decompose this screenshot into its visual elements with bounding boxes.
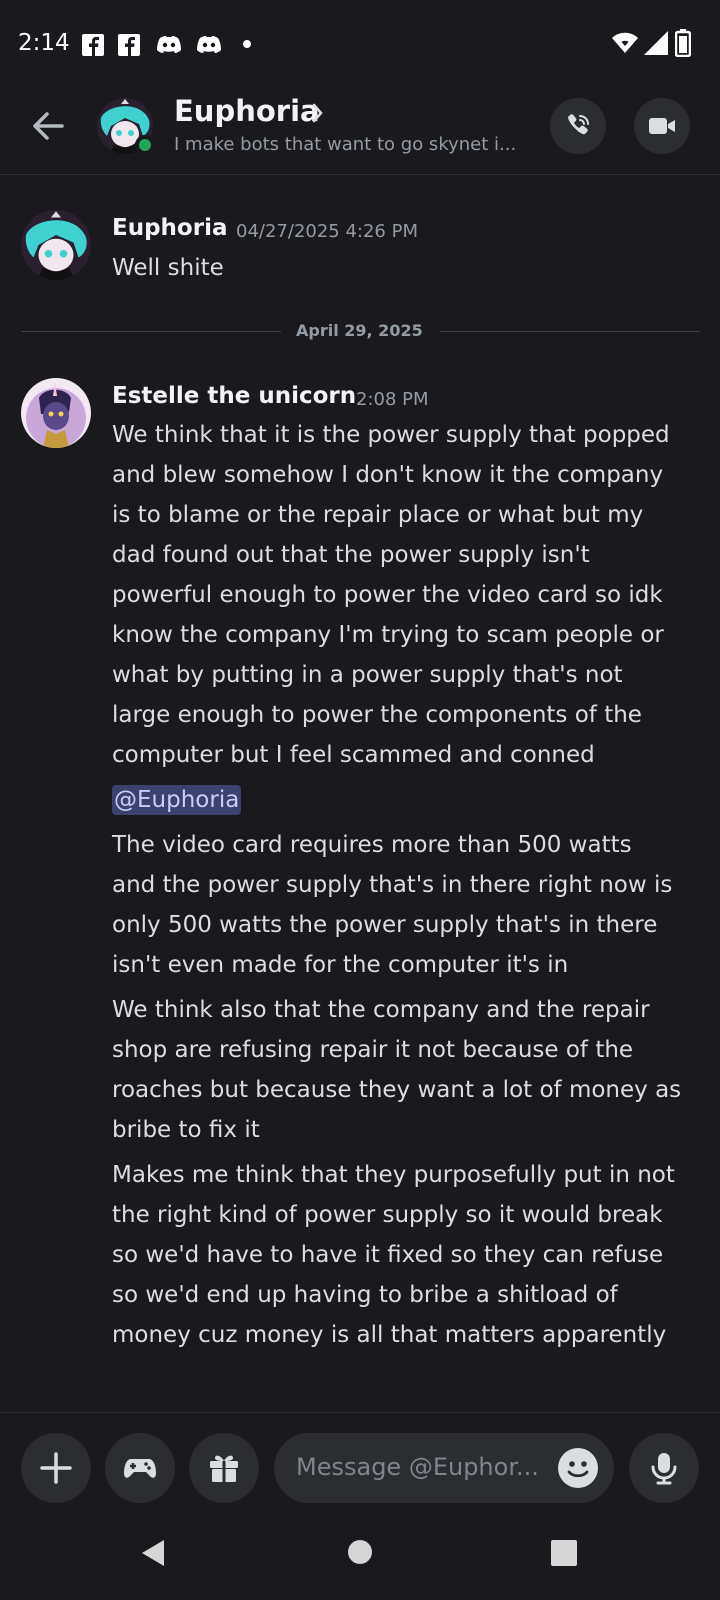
message-timestamp: 04/27/2025 4:26 PM (236, 221, 418, 242)
message-text-line: and the power supply that's in there rig… (112, 872, 673, 898)
back-arrow-icon[interactable] (28, 106, 68, 146)
message-author[interactable]: Estelle the unicorn (112, 383, 356, 409)
avatar-image (21, 210, 91, 280)
chevron-right-icon[interactable] (311, 102, 325, 124)
video-call-icon (649, 118, 675, 134)
message-text-line: dad found out that the power supply isn'… (112, 542, 590, 568)
message-input-placeholder: Message @Euphor... (296, 1453, 539, 1481)
custom-status: I make bots that want to go skynet i... (174, 134, 517, 155)
activities-button[interactable] (105, 1433, 175, 1503)
facebook-icon (82, 34, 104, 56)
plus-icon (40, 1452, 72, 1484)
mention-line: @Euphoria (112, 781, 702, 821)
message-text-line: roaches but because they want a lot of m… (112, 1077, 682, 1103)
message-text-line: so we'd have to have it fixed so they ca… (112, 1242, 664, 1268)
message-text-line: so we'd end up having to bribe a shitloa… (112, 1282, 618, 1308)
message-text-line: We think also that the company and the r… (112, 997, 650, 1023)
wifi-icon (612, 32, 638, 53)
message-text-line: large enough to power the components of … (112, 702, 642, 728)
gift-button[interactable] (189, 1433, 259, 1503)
message-author[interactable]: Euphoria (112, 215, 227, 241)
gift-icon (210, 1455, 238, 1482)
message-input[interactable]: Message @Euphor... (274, 1433, 614, 1503)
message-text-line: only 500 watts the power supply that's i… (112, 912, 658, 938)
message-text-line: the right kind of power supply so it wou… (112, 1202, 663, 1228)
recents-square-icon[interactable] (551, 1540, 577, 1566)
system-nav-bar (0, 1512, 720, 1600)
message-text-line: what by putting in a power supply that's… (112, 662, 623, 688)
emoji-face (567, 1461, 589, 1478)
notification-dot (243, 40, 251, 48)
emoji-icon[interactable] (558, 1448, 598, 1488)
date-divider: April 29, 2025 (296, 321, 423, 340)
facebook-icon (118, 34, 140, 56)
message-text-line: bribe to fix it (112, 1117, 260, 1143)
message-text: Well shite (112, 255, 224, 281)
message-text-line: We think that it is the power supply tha… (112, 422, 670, 448)
divider-line (440, 331, 700, 332)
message-text-line: and blew somehow I don't know it the com… (112, 462, 664, 488)
battery-icon (675, 29, 691, 57)
message-text-line: shop are refusing repair it not because … (112, 1037, 634, 1063)
gamepad-icon (124, 1459, 156, 1478)
signal-icon (644, 31, 668, 55)
attach-button[interactable] (21, 1433, 91, 1503)
message-text-line: computer but I feel scammed and conned (112, 742, 595, 768)
channel-name[interactable]: Euphoria (174, 94, 320, 128)
status-time: 2:14 (18, 30, 70, 56)
voice-message-button[interactable] (629, 1433, 699, 1503)
user-mention[interactable]: @Euphoria (112, 785, 242, 815)
message-text-line: money cuz money is all that matters appa… (112, 1322, 667, 1348)
discord-icon (157, 36, 181, 53)
divider-line (21, 331, 281, 332)
avatar[interactable] (21, 210, 91, 280)
message-text-line: The video card requires more than 500 wa… (112, 832, 632, 858)
message-composer: Message @Euphor... (0, 1412, 720, 1513)
message-text-line: is to blame or the repair place or what … (112, 502, 644, 528)
voice-call-button[interactable] (550, 98, 606, 154)
video-call-button[interactable] (634, 98, 690, 154)
back-triangle-icon[interactable] (140, 1538, 166, 1568)
status-bar: 2:14 (0, 0, 720, 88)
phone-call-icon (568, 114, 589, 135)
online-status-indicator (135, 135, 155, 155)
message-text-line: powerful enough to power the video card … (112, 582, 663, 608)
microphone-icon (651, 1453, 677, 1485)
avatar-image (21, 378, 91, 448)
message-text-line: know the company I'm trying to scam peop… (112, 622, 664, 648)
discord-icon (197, 36, 221, 53)
home-circle-icon[interactable] (347, 1539, 373, 1565)
message-timestamp: 2:08 PM (356, 389, 429, 410)
avatar[interactable] (21, 378, 91, 448)
chat-header: Euphoria I make bots that want to go sky… (0, 88, 720, 175)
message-text-line: isn't even made for the computer it's in (112, 952, 569, 978)
message-text-line: Makes me think that they purposefully pu… (112, 1162, 675, 1188)
